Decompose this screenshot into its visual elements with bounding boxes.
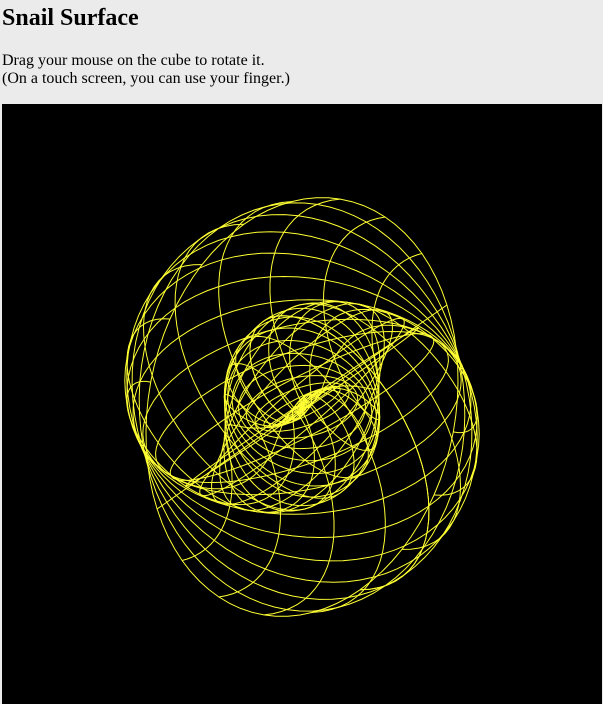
instruction-line-2: (On a touch screen, you can use your fin… xyxy=(2,70,290,87)
wire-v-line xyxy=(181,406,303,561)
surface-canvas[interactable] xyxy=(2,104,602,704)
instruction-line-1: Drag your mouse on the cube to rotate it… xyxy=(2,52,265,69)
snail-surface-wireframe[interactable] xyxy=(2,104,602,704)
wire-v-line xyxy=(301,253,423,408)
page-title: Snail Surface xyxy=(2,5,139,31)
page: Snail Surface Drag your mouse on the cub… xyxy=(0,0,603,704)
instructions: Drag your mouse on the cube to rotate it… xyxy=(2,52,290,88)
